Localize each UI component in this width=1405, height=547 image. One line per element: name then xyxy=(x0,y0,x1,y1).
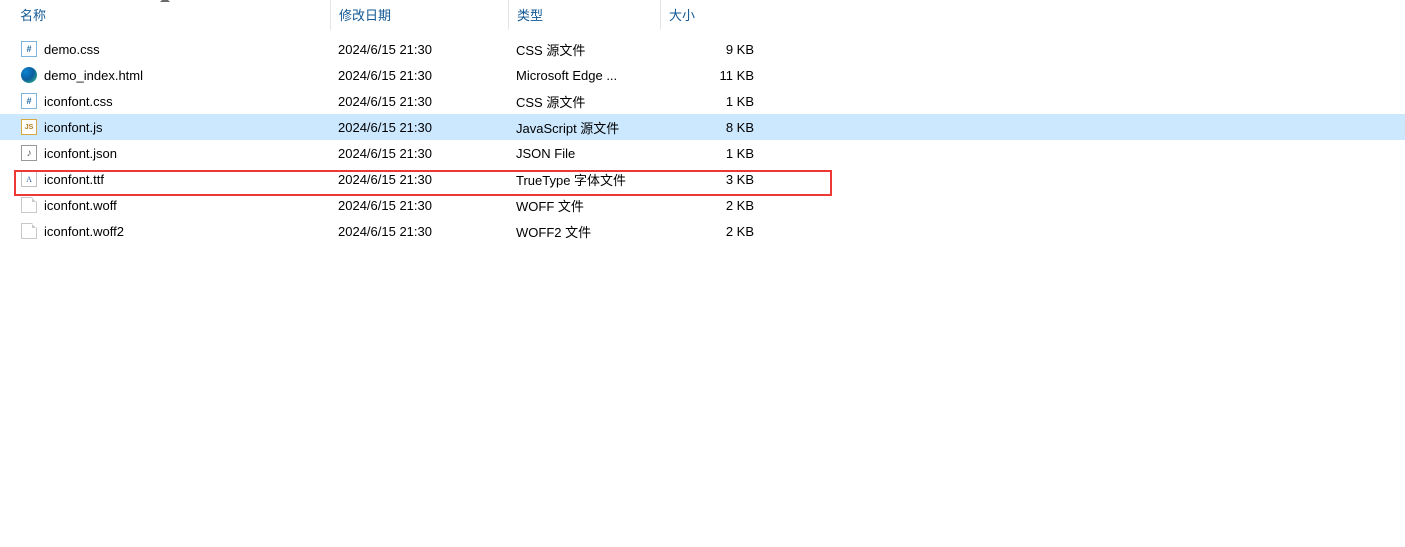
file-name-label: iconfont.js xyxy=(44,120,103,135)
column-header-name[interactable]: 名称 xyxy=(0,0,330,30)
file-date-cell: 2024/6/15 21:30 xyxy=(330,120,508,135)
column-header-size-label: 大小 xyxy=(669,5,695,24)
js-file-icon xyxy=(20,118,38,136)
file-name-label: iconfont.ttf xyxy=(44,172,104,187)
file-date-cell: 2024/6/15 21:30 xyxy=(330,146,508,161)
column-header-size[interactable]: 大小 xyxy=(660,0,768,30)
file-type-cell: JSON File xyxy=(508,146,660,161)
file-name-cell: iconfont.json xyxy=(0,144,330,162)
file-size-cell: 2 KB xyxy=(660,224,768,239)
file-size-cell: 8 KB xyxy=(660,120,768,135)
column-header-type-label: 类型 xyxy=(517,5,543,24)
file-name-cell: iconfont.css xyxy=(0,92,330,110)
file-size-cell: 9 KB xyxy=(660,42,768,57)
file-name-cell: iconfont.ttf xyxy=(0,170,330,188)
file-date-cell: 2024/6/15 21:30 xyxy=(330,172,508,187)
generic-file-icon xyxy=(20,196,38,214)
file-row[interactable]: iconfont.css 2024/6/15 21:30CSS 源文件1 KB xyxy=(0,88,1405,114)
css-file-icon xyxy=(20,92,38,110)
file-size-cell: 1 KB xyxy=(660,146,768,161)
file-name-cell: demo_index.html xyxy=(0,66,330,84)
file-row[interactable]: iconfont.woff 2024/6/15 21:30WOFF 文件2 KB xyxy=(0,192,1405,218)
file-name-label: iconfont.woff2 xyxy=(44,224,124,239)
file-row[interactable]: iconfont.json 2024/6/15 21:30JSON File1 K… xyxy=(0,140,1405,166)
file-date-cell: 2024/6/15 21:30 xyxy=(330,224,508,239)
file-name-label: demo.css xyxy=(44,42,100,57)
file-size-cell: 1 KB xyxy=(660,94,768,109)
file-date-cell: 2024/6/15 21:30 xyxy=(330,198,508,213)
css-file-icon xyxy=(20,40,38,58)
file-name-label: demo_index.html xyxy=(44,68,143,83)
file-row[interactable]: iconfont.ttf 2024/6/15 21:30TrueType 字体文件… xyxy=(0,166,1405,192)
file-explorer-panel: 名称 修改日期 类型 大小 demo.css2024/6/15 21:30CSS… xyxy=(0,0,1405,547)
file-name-cell: iconfont.js xyxy=(0,118,330,136)
ttf-file-icon xyxy=(20,170,38,188)
file-name-cell: iconfont.woff xyxy=(0,196,330,214)
file-type-cell: WOFF 文件 xyxy=(508,196,660,215)
generic-file-icon xyxy=(20,222,38,240)
file-date-cell: 2024/6/15 21:30 xyxy=(330,94,508,109)
file-size-cell: 3 KB xyxy=(660,172,768,187)
file-type-cell: JavaScript 源文件 xyxy=(508,118,660,137)
file-list: demo.css2024/6/15 21:30CSS 源文件9 KBdemo_i… xyxy=(0,30,1405,244)
file-row[interactable]: iconfont.js 2024/6/15 21:30JavaScript 源文件… xyxy=(0,114,1405,140)
edge-file-icon xyxy=(20,66,38,84)
file-row[interactable]: demo.css 2024/6/15 21:30CSS 源文件9 KB xyxy=(0,36,1405,62)
file-date-cell: 2024/6/15 21:30 xyxy=(330,42,508,57)
file-name-label: iconfont.woff xyxy=(44,198,117,213)
file-row[interactable]: iconfont.woff2 2024/6/15 21:30WOFF2 文件2 K… xyxy=(0,218,1405,244)
file-row[interactable]: demo_index.html 2024/6/15 21:30Microsoft … xyxy=(0,62,1405,88)
file-size-cell: 11 KB xyxy=(660,68,768,83)
file-type-cell: WOFF2 文件 xyxy=(508,222,660,241)
file-date-cell: 2024/6/15 21:30 xyxy=(330,68,508,83)
file-name-label: iconfont.json xyxy=(44,146,117,161)
file-name-label: iconfont.css xyxy=(44,94,113,109)
file-type-cell: CSS 源文件 xyxy=(508,92,660,111)
file-type-cell: Microsoft Edge ... xyxy=(508,68,660,83)
column-header-date-label: 修改日期 xyxy=(339,5,391,24)
column-header-name-label: 名称 xyxy=(20,5,46,24)
file-name-cell: demo.css xyxy=(0,40,330,58)
file-type-cell: CSS 源文件 xyxy=(508,40,660,59)
file-size-cell: 2 KB xyxy=(660,198,768,213)
file-name-cell: iconfont.woff2 xyxy=(0,222,330,240)
column-header-type[interactable]: 类型 xyxy=(508,0,660,30)
json-file-icon xyxy=(20,144,38,162)
column-header-row: 名称 修改日期 类型 大小 xyxy=(0,0,1405,30)
file-type-cell: TrueType 字体文件 xyxy=(508,170,660,189)
sort-up-icon xyxy=(160,0,170,2)
column-header-date[interactable]: 修改日期 xyxy=(330,0,508,30)
